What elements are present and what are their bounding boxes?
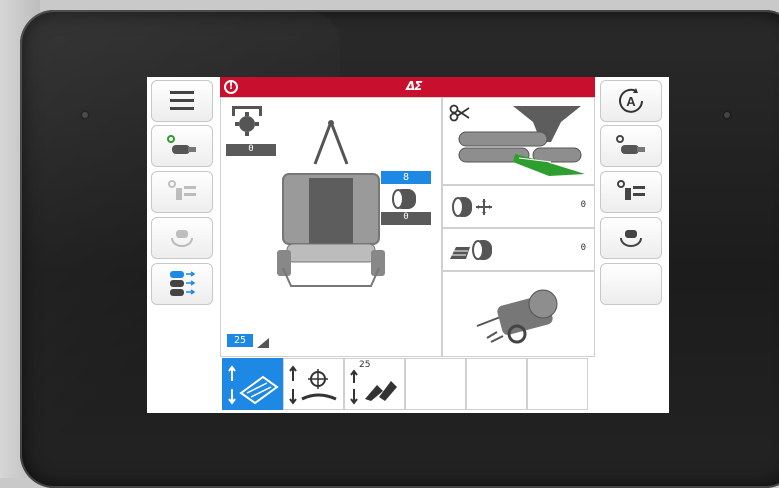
net-feed-panel[interactable] <box>442 97 595 185</box>
rotate-tray-right-button[interactable] <box>600 217 662 259</box>
knife-count-label: 25 <box>359 360 371 370</box>
alarm-icon[interactable]: ! <box>224 80 238 94</box>
wrap-settings-button[interactable] <box>151 171 213 213</box>
baler-side-view-panel[interactable] <box>442 271 595 357</box>
bale-diameter-row[interactable]: 0 <box>442 185 595 228</box>
brand-logo: ΔΣ <box>406 79 423 93</box>
multi-roller-icon <box>170 271 196 296</box>
wrap-settings-icon <box>617 180 645 200</box>
rotor-up-down-icon <box>289 365 337 405</box>
speed-value: 25 <box>227 334 253 347</box>
menu-icon <box>170 91 194 110</box>
knife-up-down-icon <box>350 369 397 405</box>
menu-button[interactable] <box>151 80 213 122</box>
wrap-settings-icon <box>168 180 196 200</box>
bale-size-value: 8 <box>381 171 431 184</box>
rotor-gear-icon[interactable] <box>229 104 265 136</box>
tab-pickup[interactable] <box>222 358 283 410</box>
bale-diameter-value: 0 <box>580 200 586 210</box>
slope-icon <box>257 338 269 348</box>
roller-net-icon <box>616 135 645 154</box>
baler-overview-panel: 0 8 0 25 <box>220 97 442 357</box>
auto-mode-icon: A <box>619 88 643 113</box>
bale-diameter-icon <box>452 197 492 217</box>
roller-status-button[interactable] <box>151 263 213 305</box>
bezel-light-left <box>82 112 88 118</box>
rotor-value: 0 <box>226 144 276 156</box>
baler-topview-graphic <box>277 120 385 287</box>
svg-text:A: A <box>626 94 636 109</box>
bale-count-row[interactable]: 0 <box>442 228 595 271</box>
tab-rotor[interactable] <box>283 358 344 410</box>
tab-empty-3[interactable] <box>527 358 588 410</box>
bale-count-value: 0 <box>580 243 586 253</box>
net-roller-graphic <box>458 106 585 176</box>
rotate-tray-icon <box>171 230 193 247</box>
pickup-up-down-icon <box>228 365 279 405</box>
status-bar: ! ΔΣ <box>220 77 595 97</box>
bale-roll-icon <box>392 189 416 209</box>
tab-empty-2[interactable] <box>466 358 527 410</box>
net-wrap-button[interactable] <box>151 125 213 167</box>
tab-knives[interactable]: 25 <box>344 358 405 410</box>
bezel-light-right <box>724 112 730 118</box>
rotate-tray-icon <box>620 230 642 247</box>
bale-count-icon <box>450 240 492 260</box>
net-wrap-right-button[interactable] <box>600 125 662 167</box>
display-screen: ! ΔΣ 0 8 0 25 0 0 A 25 <box>147 77 669 413</box>
wrap-settings-right-button[interactable] <box>600 171 662 213</box>
rotate-tray-button[interactable] <box>151 217 213 259</box>
empty-softkey[interactable] <box>600 263 662 305</box>
roll-value: 0 <box>381 212 431 225</box>
baler-side-icon <box>476 289 558 344</box>
roller-net-icon <box>167 135 196 154</box>
auto-mode-button[interactable]: A <box>600 80 662 122</box>
tab-empty-1[interactable] <box>405 358 466 410</box>
